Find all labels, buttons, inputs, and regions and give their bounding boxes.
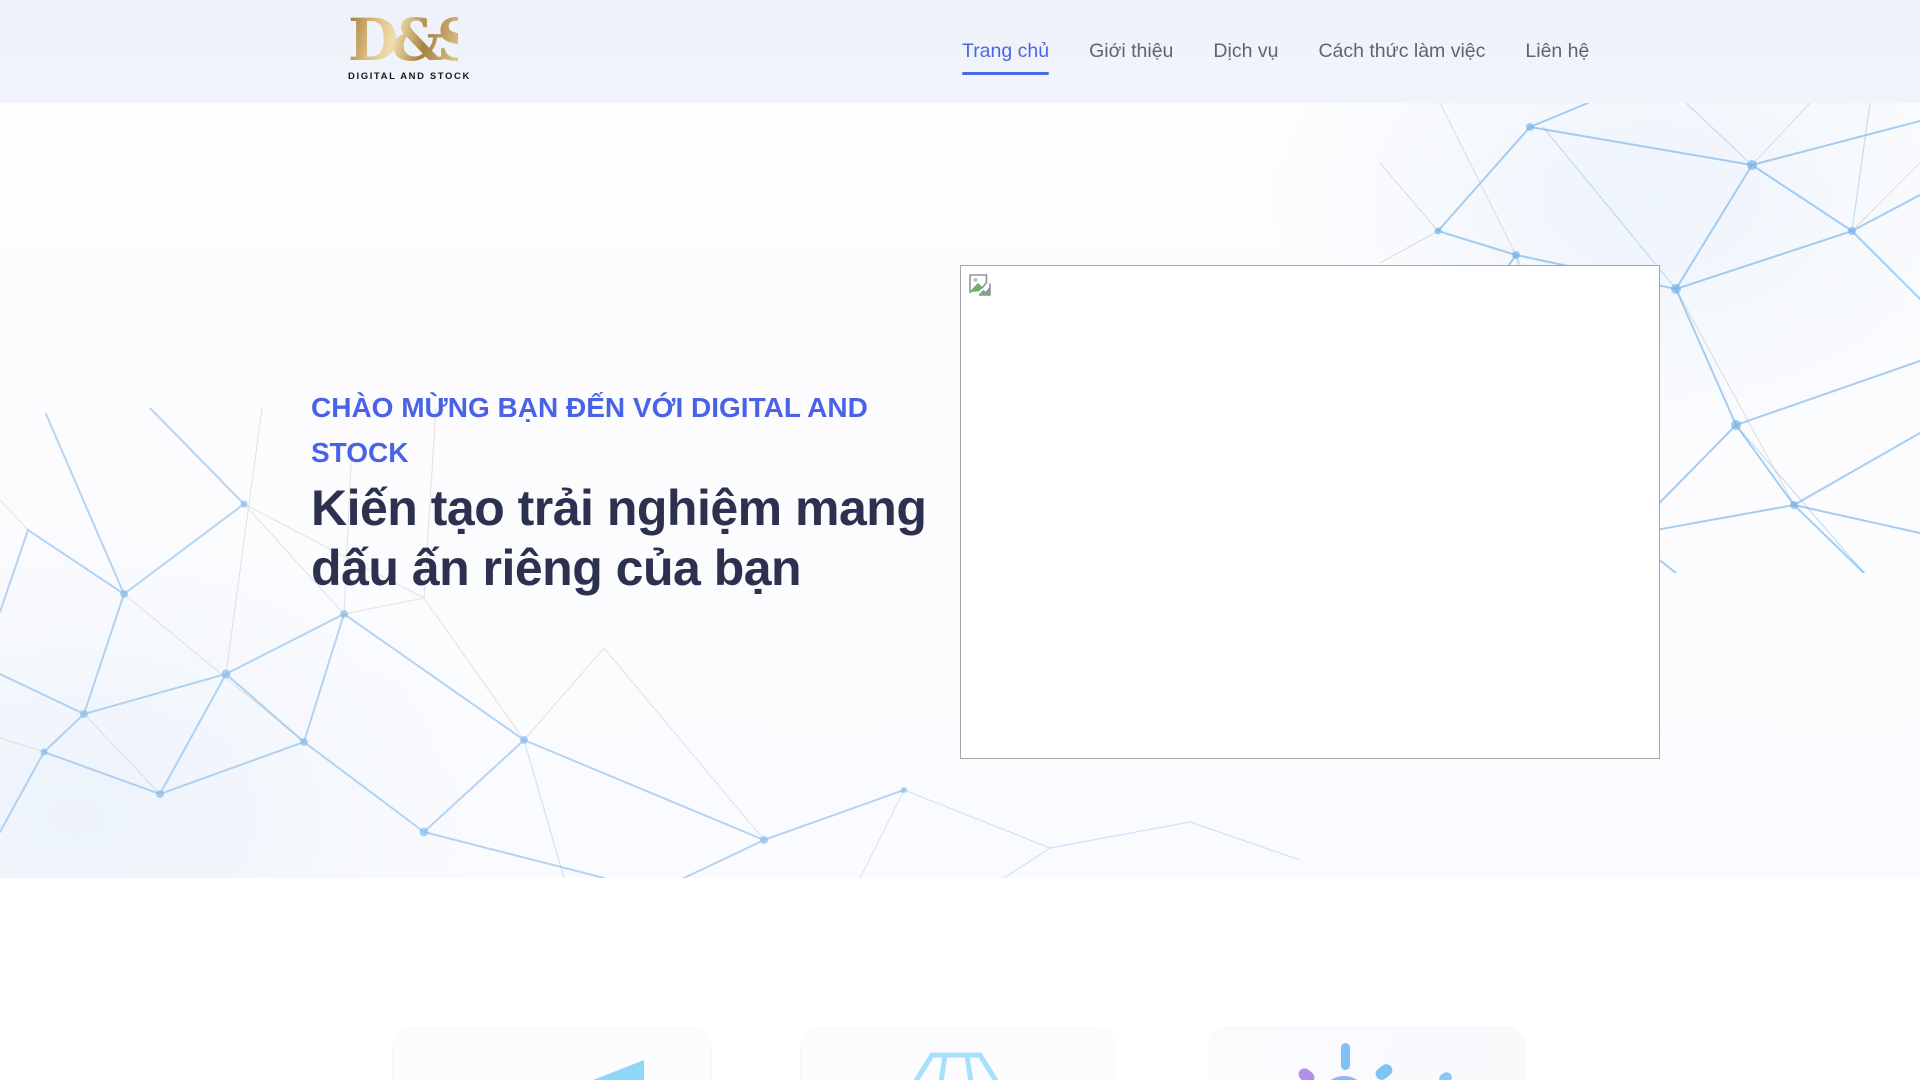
feature-card-2 — [801, 1028, 1114, 1080]
hero-eyebrow: CHÀO MỪNG BẠN ĐẾN VỚI DIGITAL AND STOCK — [311, 392, 868, 468]
paper-plane-triangle-icon — [593, 1060, 644, 1080]
brand-logo[interactable]: D&S DIGITAL AND STOCK — [348, 6, 479, 82]
diamond-icon — [913, 1052, 999, 1080]
lightbulb-ray-left-icon — [1296, 1065, 1317, 1080]
broken-image-icon — [969, 274, 991, 296]
feature-card-3 — [1209, 1028, 1524, 1080]
brand-wordmark: DIGITAL AND STOCK — [348, 71, 471, 82]
hero-image-placeholder — [960, 265, 1660, 759]
brand-monogram: D&S — [348, 6, 479, 74]
page: D&S DIGITAL AND STOCK Trang chủ Giới thi… — [0, 0, 1920, 1080]
feature-card-1 — [393, 1028, 711, 1080]
nav-item-about[interactable]: Giới thiệu — [1089, 40, 1173, 63]
lightbulb-icon — [1321, 1076, 1367, 1080]
hero-heading-line1: Kiến tạo trải nghiệm mang — [311, 480, 927, 536]
nav-item-home[interactable]: Trang chủ — [962, 40, 1050, 75]
nav-item-contact[interactable]: Liên hệ — [1525, 40, 1589, 63]
lightbulb-ray-top-icon — [1341, 1043, 1350, 1070]
hero-heading: Kiến tạo trải nghiệm mang dấu ấn riêng c… — [311, 478, 927, 598]
main-navigation: Trang chủ Giới thiệu Dịch vụ Cách thức l… — [962, 0, 1589, 103]
lightbulb-ray-far-icon — [1437, 1070, 1454, 1080]
nav-item-process[interactable]: Cách thức làm việc — [1318, 40, 1485, 63]
hero-heading-line2: dấu ấn riêng của bạn — [311, 540, 802, 596]
nav-item-services[interactable]: Dịch vụ — [1213, 40, 1278, 63]
lightbulb-ray-right-icon — [1373, 1061, 1395, 1080]
header: D&S DIGITAL AND STOCK Trang chủ Giới thi… — [0, 0, 1920, 103]
